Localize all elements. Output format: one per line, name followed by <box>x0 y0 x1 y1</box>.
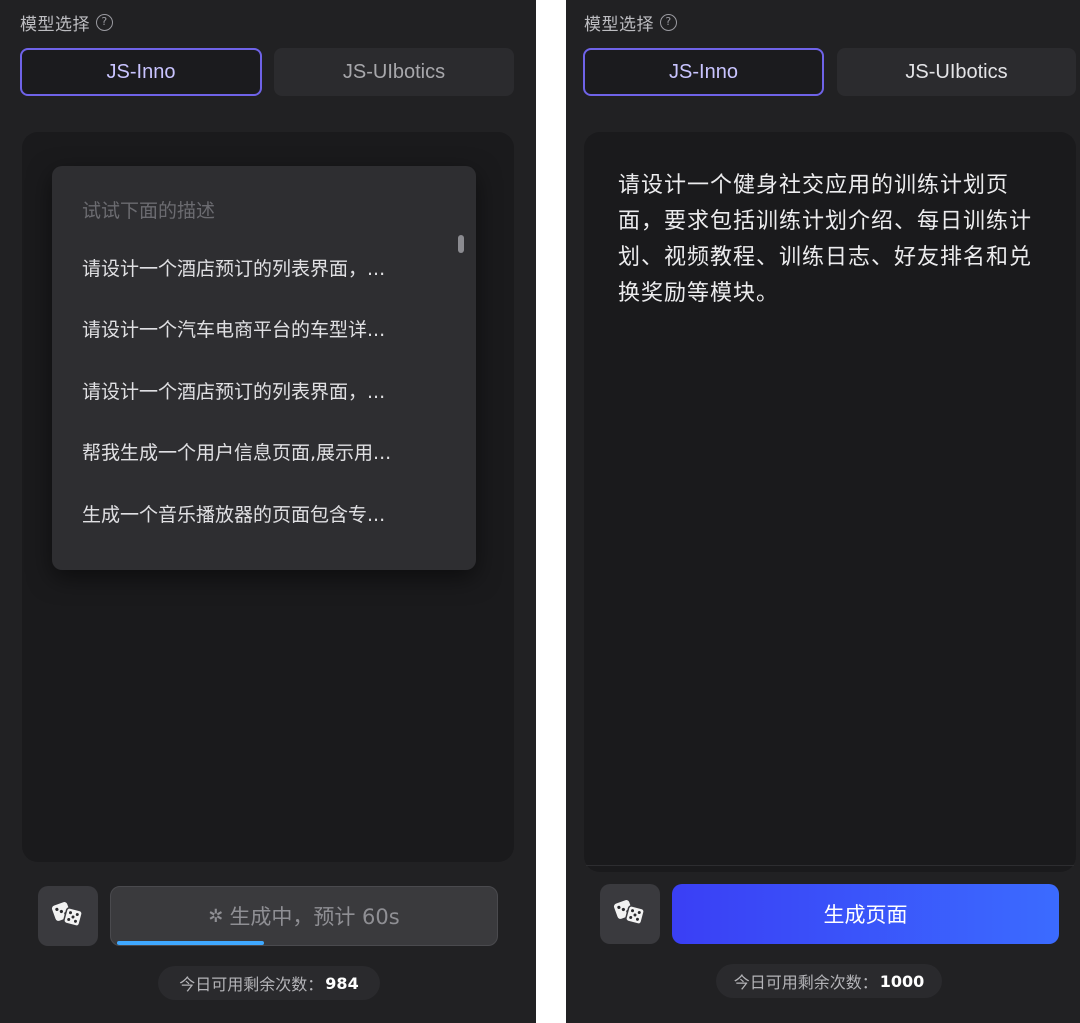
generating-status: 生成中，预计 60s <box>229 905 400 929</box>
help-circle-icon[interactable]: ? <box>660 14 677 31</box>
generating-button: ✲ 生成中，预计 60s <box>110 886 498 946</box>
divider <box>586 865 1074 866</box>
suggestion-item[interactable]: 帮我生成一个用户信息页面,展示用... <box>82 438 442 465</box>
tab-js-uibotics[interactable]: JS-UIbotics <box>837 48 1076 96</box>
model-select-label-text: 模型选择 <box>20 15 90 35</box>
remaining-quota: 今日可用剩余次数： 984 <box>158 966 380 1000</box>
random-prompt-button[interactable] <box>38 886 98 946</box>
spinner-icon: ✲ <box>208 905 224 927</box>
quota-label: 今日可用剩余次数： <box>733 973 878 992</box>
right-panel: 模型选择 ? JS-Inno JS-UIbotics <box>566 0 1080 1023</box>
tab-label: JS-Inno <box>106 60 176 83</box>
model-select-label-text: 模型选择 <box>584 15 654 35</box>
random-prompt-button[interactable] <box>600 884 660 944</box>
tab-label: JS-Inno <box>669 60 738 83</box>
progress-bar <box>117 941 264 945</box>
generate-page-button[interactable]: 生成页面 <box>672 884 1059 944</box>
help-circle-icon[interactable]: ? <box>96 14 113 31</box>
quota-value: 984 <box>325 973 359 993</box>
prompt-text[interactable]: 请设计一个健身社交应用的训练计划页面，要求包括训练计划介绍、每日训练计划、视频教… <box>618 168 1038 312</box>
suggestion-item[interactable]: 请设计一个酒店预订的列表界面，... <box>82 254 442 281</box>
tab-js-uibotics[interactable]: JS-UIbotics <box>274 48 514 96</box>
remaining-quota: 今日可用剩余次数： 1000 <box>716 964 942 998</box>
quota-value: 1000 <box>879 971 925 991</box>
tab-js-inno[interactable]: JS-Inno <box>20 48 262 96</box>
suggestion-item[interactable]: 生成一个音乐播放器的页面包含专... <box>82 500 442 527</box>
tab-js-inno[interactable]: JS-Inno <box>583 48 824 96</box>
dropdown-scrollbar[interactable] <box>458 235 464 253</box>
generate-page-label: 生成页面 <box>823 903 908 927</box>
suggestion-item[interactable]: 请设计一个酒店预订的列表界面，... <box>82 377 442 404</box>
dropdown-title: 试试下面的描述 <box>82 200 216 222</box>
dice-icon <box>51 897 85 935</box>
model-select-label: 模型选择 ? <box>584 10 677 35</box>
tab-label: JS-UIbotics <box>905 60 1008 83</box>
suggestion-item[interactable]: 请设计一个汽车电商平台的车型详... <box>82 315 442 342</box>
left-panel: 模型选择 ? JS-Inno JS-UIbotics 试试下面的描述 请设计一个… <box>0 0 536 1023</box>
quota-label: 今日可用剩余次数： <box>179 975 324 994</box>
dice-icon <box>613 895 647 933</box>
model-select-label: 模型选择 ? <box>20 10 113 35</box>
tab-label: JS-UIbotics <box>342 60 446 83</box>
